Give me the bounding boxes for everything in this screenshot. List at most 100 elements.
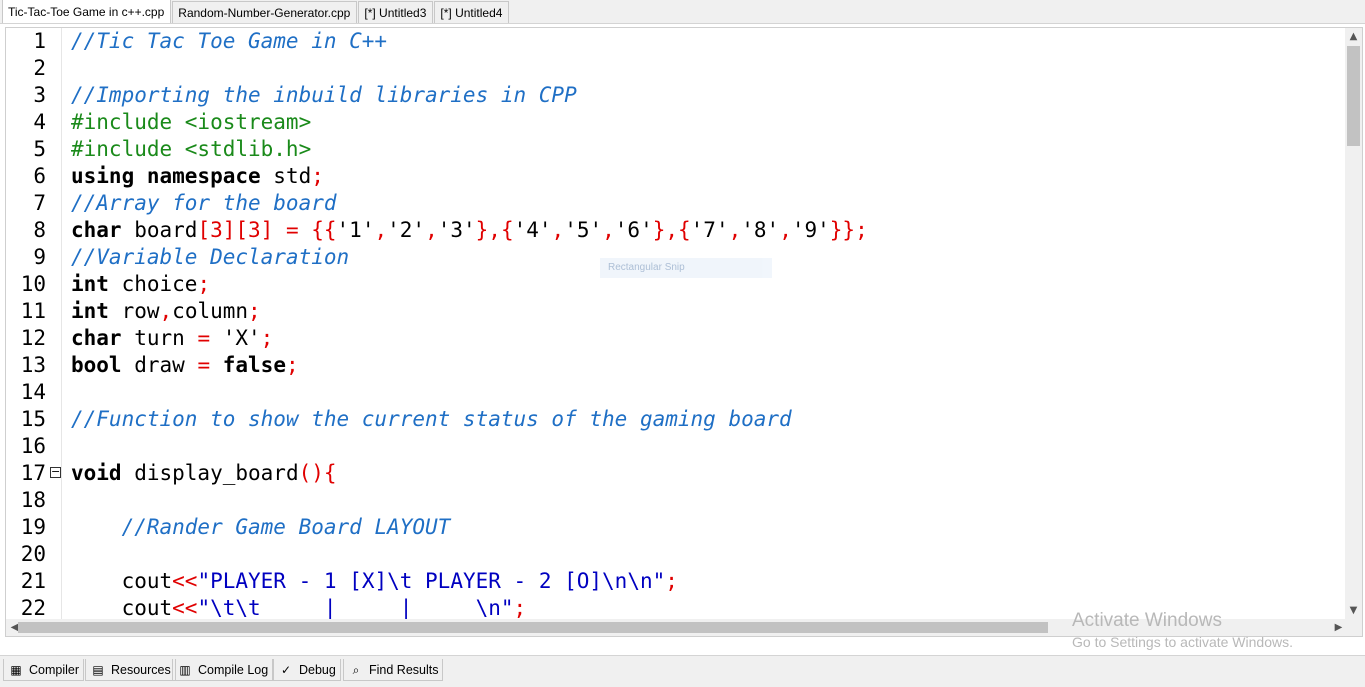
code-token: = <box>197 353 211 377</box>
code-token: << <box>172 596 198 620</box>
line-number: 4 <box>33 110 46 134</box>
code-line[interactable]: 20 <box>6 541 1346 568</box>
code-line[interactable]: 14 <box>6 379 1346 406</box>
tab-compile-log-label: Compile Log <box>198 662 269 677</box>
tab-compiler[interactable]: ▦ Compiler <box>3 659 85 681</box>
tab-untitled4[interactable]: [*] Untitled4 <box>434 1 510 23</box>
code-line[interactable]: 8 char board[3][3] = {{'1','2','3'},{'4',… <box>6 217 1346 244</box>
bottom-panel-tabs: ▦ Compiler ▤ Resources ▥ Compile Log ✓ D… <box>0 655 1365 687</box>
tab-resources[interactable]: ▤ Resources <box>85 659 176 681</box>
code-text: cout<<"PLAYER - 1 [X]\t PLAYER - 2 [O]\n… <box>71 568 678 595</box>
code-line[interactable]: 19 //Rander Game Board LAYOUT <box>6 514 1346 541</box>
code-token: //Importing the inbuild libraries in CPP <box>71 83 577 107</box>
code-line[interactable]: 6 using namespace std; <box>6 163 1346 190</box>
code-token: "\t\t | | \n" <box>197 596 514 620</box>
line-number: 2 <box>33 56 46 80</box>
scroll-up-arrow-icon[interactable]: ▲ <box>1345 28 1362 45</box>
code-token: std <box>260 164 312 188</box>
code-line[interactable]: 11 int row,column; <box>6 298 1346 325</box>
code-line[interactable]: 4 #include <iostream> <box>6 109 1346 136</box>
vertical-scroll-thumb[interactable] <box>1347 46 1360 146</box>
code-token: , <box>779 218 792 242</box>
line-number: 8 <box>33 218 46 242</box>
code-text: //Importing the inbuild libraries in CPP <box>71 82 577 109</box>
line-number: 16 <box>20 434 46 458</box>
code-line[interactable]: 16 <box>6 433 1346 460</box>
code-token: row <box>108 299 160 323</box>
line-number: 20 <box>20 542 46 566</box>
code-token: }}; <box>829 218 868 242</box>
line-number: 19 <box>20 515 46 539</box>
vertical-scrollbar[interactable]: ▲ ▼ <box>1345 28 1362 636</box>
watermark-subtitle: Go to Settings to activate Windows. <box>1072 634 1293 650</box>
line-number: 3 <box>33 83 46 107</box>
code-text: using namespace std; <box>71 163 324 190</box>
code-line[interactable]: 21 cout<<"PLAYER - 1 [X]\t PLAYER - 2 [O… <box>6 568 1346 595</box>
code-text: bool draw = false; <box>71 352 299 379</box>
tab-find-results-label: Find Results <box>369 662 439 677</box>
code-token: '3' <box>437 218 476 242</box>
line-number: 21 <box>20 569 46 593</box>
code-text: //Tic Tac Toe Game in C++ <box>71 28 387 55</box>
code-token: #include <stdlib.h> <box>71 137 312 161</box>
code-token: , <box>551 218 565 242</box>
code-text: //Array for the board <box>71 190 337 217</box>
scroll-down-arrow-icon[interactable]: ▼ <box>1345 602 1362 619</box>
tab-debug[interactable]: ✓ Debug <box>273 659 341 681</box>
code-text: #include <iostream> <box>71 109 311 136</box>
line-number: 10 <box>20 272 46 296</box>
line-number: 13 <box>20 353 46 377</box>
code-token: false <box>222 353 286 377</box>
code-line[interactable]: 17− void display_board(){ <box>6 460 1346 487</box>
code-token: ; <box>311 164 324 188</box>
code-token: '8' <box>741 218 780 242</box>
code-token: bool <box>71 353 122 377</box>
line-number: 9 <box>33 245 46 269</box>
fold-toggle-icon[interactable]: − <box>50 466 61 478</box>
code-token: [3][3] <box>197 218 274 242</box>
code-line[interactable]: 2 <box>6 55 1346 82</box>
code-token: void <box>71 461 122 485</box>
code-token: , <box>602 218 615 242</box>
code-line[interactable]: 5 #include <stdlib.h> <box>6 136 1346 163</box>
tab-compile-log[interactable]: ▥ Compile Log <box>172 659 274 681</box>
code-editor[interactable]: 1 //Tic Tac Toe Game in C++ 2 3 //Importing … <box>5 27 1363 637</box>
code-token: int <box>71 299 109 323</box>
code-text: //Function to show the current status of… <box>71 406 792 433</box>
line-number: 1 <box>33 29 46 53</box>
code-line[interactable]: 12 char turn = 'X'; <box>6 325 1346 352</box>
code-token: cout <box>71 596 173 620</box>
code-line[interactable]: 3 //Importing the inbuild libraries in CP… <box>6 82 1346 109</box>
code-line[interactable]: 7 //Array for the board <box>6 190 1346 217</box>
tab-tic-tac-toe[interactable]: Tic-Tac-Toe Game in c++.cpp <box>2 0 172 23</box>
activate-windows-watermark: Activate Windows Go to Settings to activ… <box>1072 610 1293 650</box>
code-token: '5' <box>564 218 603 242</box>
tab-random-number-generator[interactable]: Random-Number-Generator.cpp <box>172 1 358 23</box>
code-token: //Array for the board <box>71 191 337 215</box>
code-token: column <box>172 299 249 323</box>
scroll-right-arrow-icon[interactable]: ▶ <box>1330 619 1347 636</box>
code-token: //Function to show the current status of… <box>71 407 792 431</box>
code-token: , <box>159 299 173 323</box>
code-token: display_board <box>121 461 299 485</box>
code-line[interactable]: 18 <box>6 487 1346 514</box>
code-token: #include <iostream> <box>71 110 312 134</box>
tab-untitled3[interactable]: [*] Untitled3 <box>358 1 434 23</box>
code-text: int choice; <box>71 271 210 298</box>
code-token: '1' <box>336 218 375 242</box>
line-number: 18 <box>20 488 46 512</box>
watermark-title: Activate Windows <box>1072 610 1222 631</box>
snip-tooltip: Rectangular Snip <box>600 258 772 278</box>
horizontal-scroll-thumb[interactable] <box>18 622 1048 633</box>
code-token: draw <box>121 353 198 377</box>
tab-find-results[interactable]: ⌕ Find Results <box>343 659 444 681</box>
debug-icon: ✓ <box>280 662 292 677</box>
code-line[interactable]: 13 bool draw = false; <box>6 352 1346 379</box>
code-token: },{ <box>475 218 514 242</box>
code-line[interactable]: 1 //Tic Tac Toe Game in C++ <box>6 28 1346 55</box>
code-line[interactable]: 15 //Function to show the current status … <box>6 406 1346 433</box>
code-token: = {{ <box>285 218 337 242</box>
code-token: ; <box>285 353 299 377</box>
code-token: '2' <box>387 218 426 242</box>
